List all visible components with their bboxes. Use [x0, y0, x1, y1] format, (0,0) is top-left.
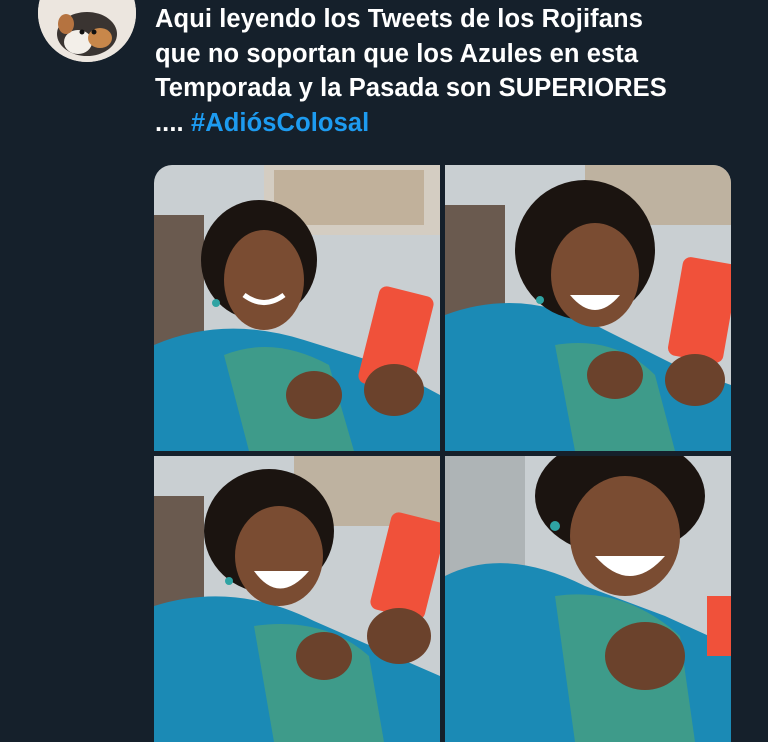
media-panel-4[interactable]	[445, 456, 731, 742]
tweet: Aqui leyendo los Tweets de los Rojifans …	[0, 0, 768, 742]
tweet-text-ellipsis: ....	[155, 108, 184, 137]
media-panel-2[interactable]	[445, 165, 731, 451]
tweet-media-grid[interactable]	[154, 165, 731, 742]
woman-laughing-image	[445, 165, 731, 451]
cat-avatar-icon	[38, 0, 136, 62]
tweet-text-line-1: Aqui leyendo los Tweets de los Rojifans	[155, 5, 644, 33]
hashtag-link[interactable]: #AdiósColosal	[191, 109, 369, 137]
media-panel-1[interactable]	[154, 165, 440, 451]
woman-laughing-closeup-image	[445, 456, 731, 742]
tweet-text-line-3: Temporada y la Pasada son SUPERIORES	[155, 74, 667, 102]
media-panel-3[interactable]	[154, 456, 440, 742]
tweet-text: Aqui leyendo los Tweets de los Rojifans …	[155, 2, 755, 140]
woman-smiling-image	[154, 165, 440, 451]
tweet-text-line-2: que no soportan que los Azules en esta	[155, 39, 639, 68]
avatar[interactable]	[38, 0, 136, 62]
tweet-text-line-4: .... #AdiósColosal	[155, 106, 755, 141]
woman-laughing-harder-image	[154, 456, 440, 742]
